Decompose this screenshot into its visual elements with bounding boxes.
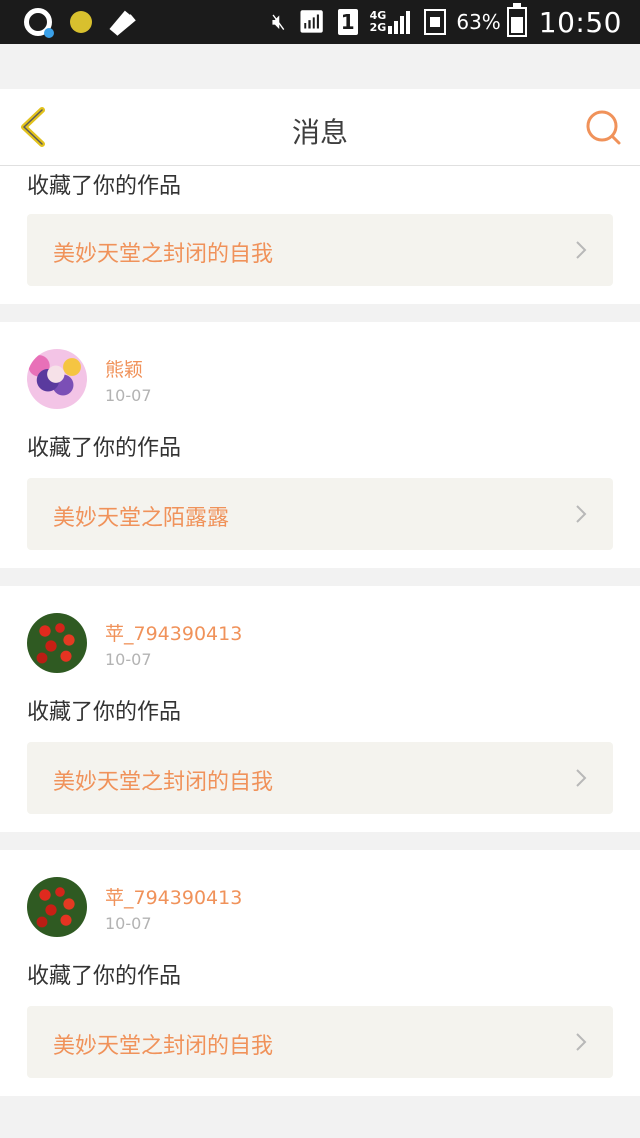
network-type-bottom: 2G xyxy=(369,21,387,34)
wifi-icon: 📶︎ xyxy=(297,9,326,35)
tools-icon xyxy=(110,9,136,35)
work-link[interactable]: 美妙天堂之陌露露 xyxy=(27,478,613,550)
work-title: 美妙天堂之封闭的自我 xyxy=(53,770,274,795)
username[interactable]: 苹_794390413 xyxy=(105,883,242,910)
message-card: 苹_794390413 10-07 收藏了你的作品 美妙天堂之封闭的自我 xyxy=(0,850,640,1096)
work-title: 美妙天堂之封闭的自我 xyxy=(53,1034,274,1059)
work-link[interactable]: 美妙天堂之封闭的自我 xyxy=(27,214,613,286)
qq-browser-icon xyxy=(24,8,54,38)
message-list: 收藏了你的作品 美妙天堂之封闭的自我 熊颖 10-07 收藏了你的作品 美妙天堂… xyxy=(0,166,640,1114)
signal-icon xyxy=(388,10,412,34)
message-action: 收藏了你的作品 xyxy=(27,964,182,989)
search-button[interactable] xyxy=(584,108,624,148)
username[interactable]: 苹_794390413 xyxy=(105,619,242,646)
message-action: 收藏了你的作品 xyxy=(27,436,182,461)
username[interactable]: 熊颖 xyxy=(105,355,143,382)
battery-percent: 63% xyxy=(456,10,501,34)
page-title: 消息 xyxy=(291,116,348,149)
message-date: 10-07 xyxy=(105,914,152,933)
message-card: 苹_794390413 10-07 收藏了你的作品 美妙天堂之封闭的自我 xyxy=(0,586,640,832)
avatar[interactable] xyxy=(27,349,87,409)
clock: 10:50 xyxy=(538,5,622,39)
message-action: 收藏了你的作品 xyxy=(27,174,182,199)
notification-dot-icon xyxy=(70,11,92,33)
work-link[interactable]: 美妙天堂之封闭的自我 xyxy=(27,742,613,814)
sim-badge: 1 xyxy=(337,9,358,35)
status-bar: 🔇︎ 📶︎ 1 4G 2G 63% 10:50 xyxy=(0,0,640,44)
work-link[interactable]: 美妙天堂之封闭的自我 xyxy=(27,1006,613,1078)
chevron-right-icon xyxy=(576,769,587,787)
app-header: 消息 xyxy=(0,89,640,166)
work-title: 美妙天堂之封闭的自我 xyxy=(53,242,274,267)
message-date: 10-07 xyxy=(105,386,152,405)
chevron-right-icon xyxy=(576,241,587,259)
message-card: 熊颖 10-07 收藏了你的作品 美妙天堂之陌露露 xyxy=(0,322,640,568)
battery-icon xyxy=(506,3,527,37)
message-card: 收藏了你的作品 美妙天堂之封闭的自我 xyxy=(0,166,640,304)
search-icon xyxy=(586,110,621,145)
network-type: 4G 2G xyxy=(370,10,387,34)
chevron-right-icon xyxy=(576,505,587,523)
avatar[interactable] xyxy=(27,877,87,937)
chevron-right-icon xyxy=(576,1033,587,1051)
mute-icon: 🔇︎ xyxy=(271,9,286,35)
sd-card-icon xyxy=(424,9,447,35)
work-title: 美妙天堂之陌露露 xyxy=(53,506,230,531)
avatar[interactable] xyxy=(27,613,87,673)
message-action: 收藏了你的作品 xyxy=(27,700,182,725)
message-date: 10-07 xyxy=(105,650,152,669)
